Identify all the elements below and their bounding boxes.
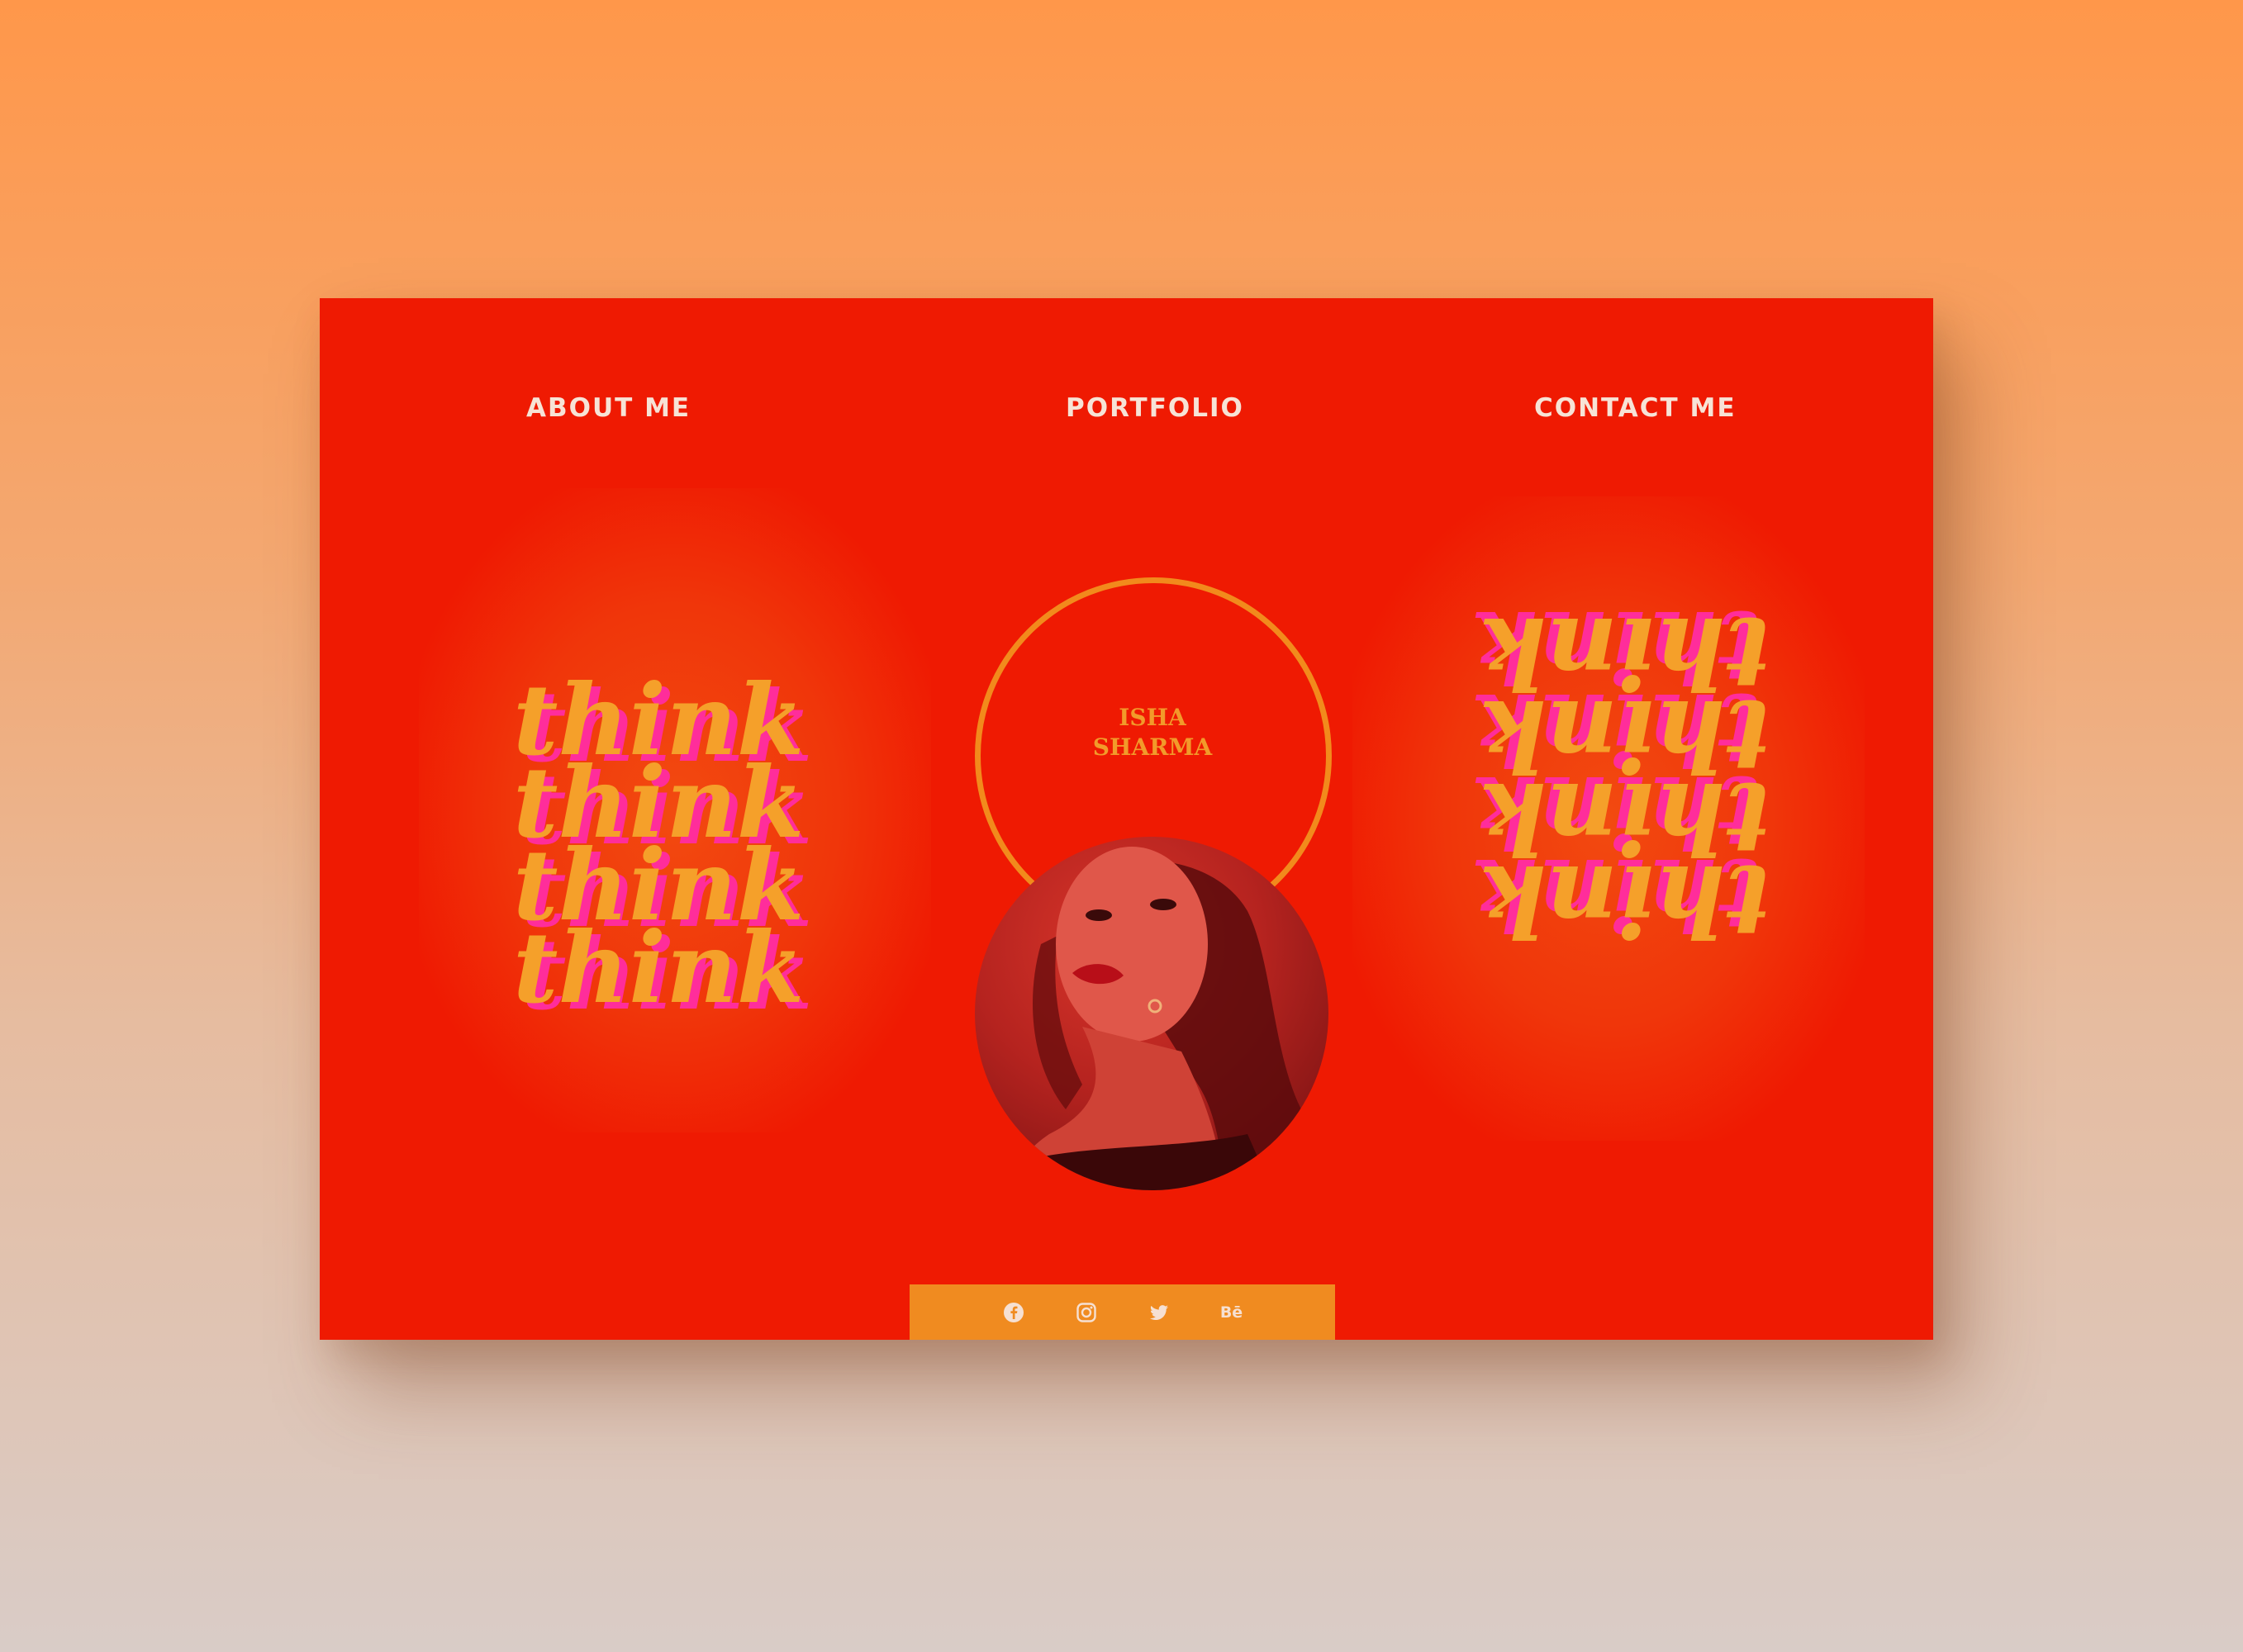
hero-card: ABOUT ME PORTFOLIO CONTACT ME think thin… [320,298,1933,1340]
social-links-bar: Bē [910,1284,1335,1340]
instagram-icon[interactable] [1074,1300,1099,1325]
nav-contact-me[interactable]: CONTACT ME [1534,387,1737,429]
profile-name: ISHA SHARMA [1074,703,1231,762]
think-artwork-left: think think think think think think thin… [419,488,931,1132]
profile-photo [975,837,1328,1190]
nav-portfolio[interactable]: PORTFOLIO [1066,387,1244,429]
facebook-icon[interactable] [1001,1300,1026,1325]
think-artwork-right: think think think think think think thin… [1352,496,1865,1141]
first-name: ISHA [1119,704,1186,731]
behance-label: Bē [1219,1303,1243,1322]
think-word: think [1479,596,1770,710]
nav-about-me[interactable]: ABOUT ME [526,387,691,429]
last-name: SHARMA [1092,733,1213,761]
behance-icon[interactable]: Bē [1219,1300,1244,1325]
think-word: think [513,910,805,1025]
twitter-icon[interactable] [1147,1300,1171,1325]
